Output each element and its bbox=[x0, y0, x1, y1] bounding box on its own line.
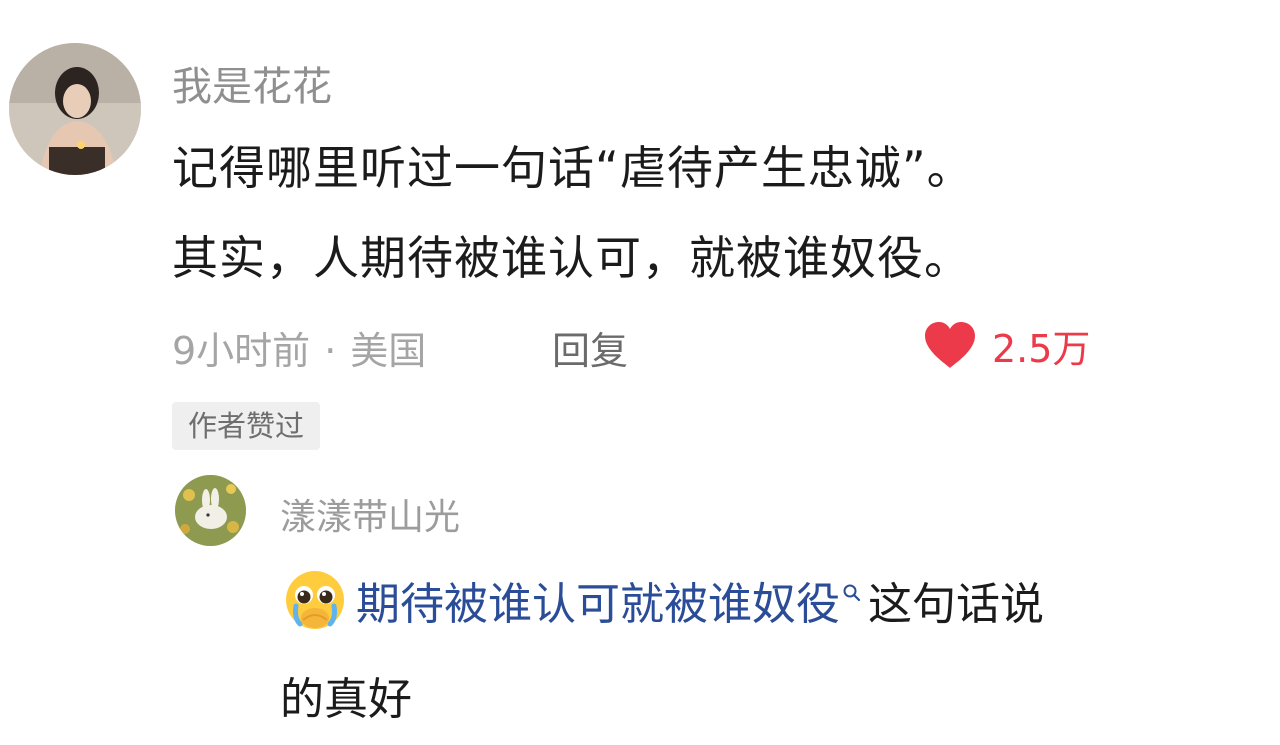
meta-separator: · bbox=[324, 329, 337, 373]
pleading-face-icon bbox=[286, 571, 344, 629]
like-button[interactable]: 2.5万 bbox=[922, 318, 1090, 372]
comment-thread: 我是花花 记得哪里听过一句话“虐待产生忠诚”。 其实，人期待被谁认可，就被谁奴役… bbox=[0, 0, 1280, 745]
comment-text-line-1: 记得哪里听过一句话“虐待产生忠诚”。 bbox=[172, 141, 974, 195]
reply-username[interactable]: 漾漾带山光 bbox=[280, 488, 460, 540]
search-highlight-link[interactable]: 期待被谁认可就被谁奴役 bbox=[356, 568, 840, 632]
avatar-photo bbox=[175, 475, 246, 546]
reply-text-after: 这句话说 bbox=[868, 579, 1044, 630]
reply-text-line-1: 期待被谁认可就被谁奴役 这句话说 bbox=[280, 568, 1044, 632]
heart-icon bbox=[925, 322, 975, 368]
avatar-photo bbox=[9, 43, 141, 175]
reply-text-line-2: 的真好 bbox=[280, 674, 412, 725]
comment-username[interactable]: 我是花花 bbox=[172, 54, 332, 112]
author-liked-badge: 作者赞过 bbox=[172, 402, 321, 450]
comment-location: 美国 bbox=[350, 329, 427, 373]
search-icon[interactable] bbox=[842, 583, 862, 605]
comment-meta: 9小时前 · 美国 bbox=[172, 320, 426, 375]
comment-text-line-2: 其实，人期待被谁认可，就被谁奴役。 bbox=[172, 231, 971, 285]
like-count: 2.5万 bbox=[992, 326, 1091, 371]
main-avatar[interactable] bbox=[9, 43, 141, 175]
reply-avatar[interactable] bbox=[175, 475, 246, 546]
reply-button[interactable]: 回复 bbox=[552, 320, 628, 375]
comment-time: 9小时前 bbox=[172, 329, 311, 373]
